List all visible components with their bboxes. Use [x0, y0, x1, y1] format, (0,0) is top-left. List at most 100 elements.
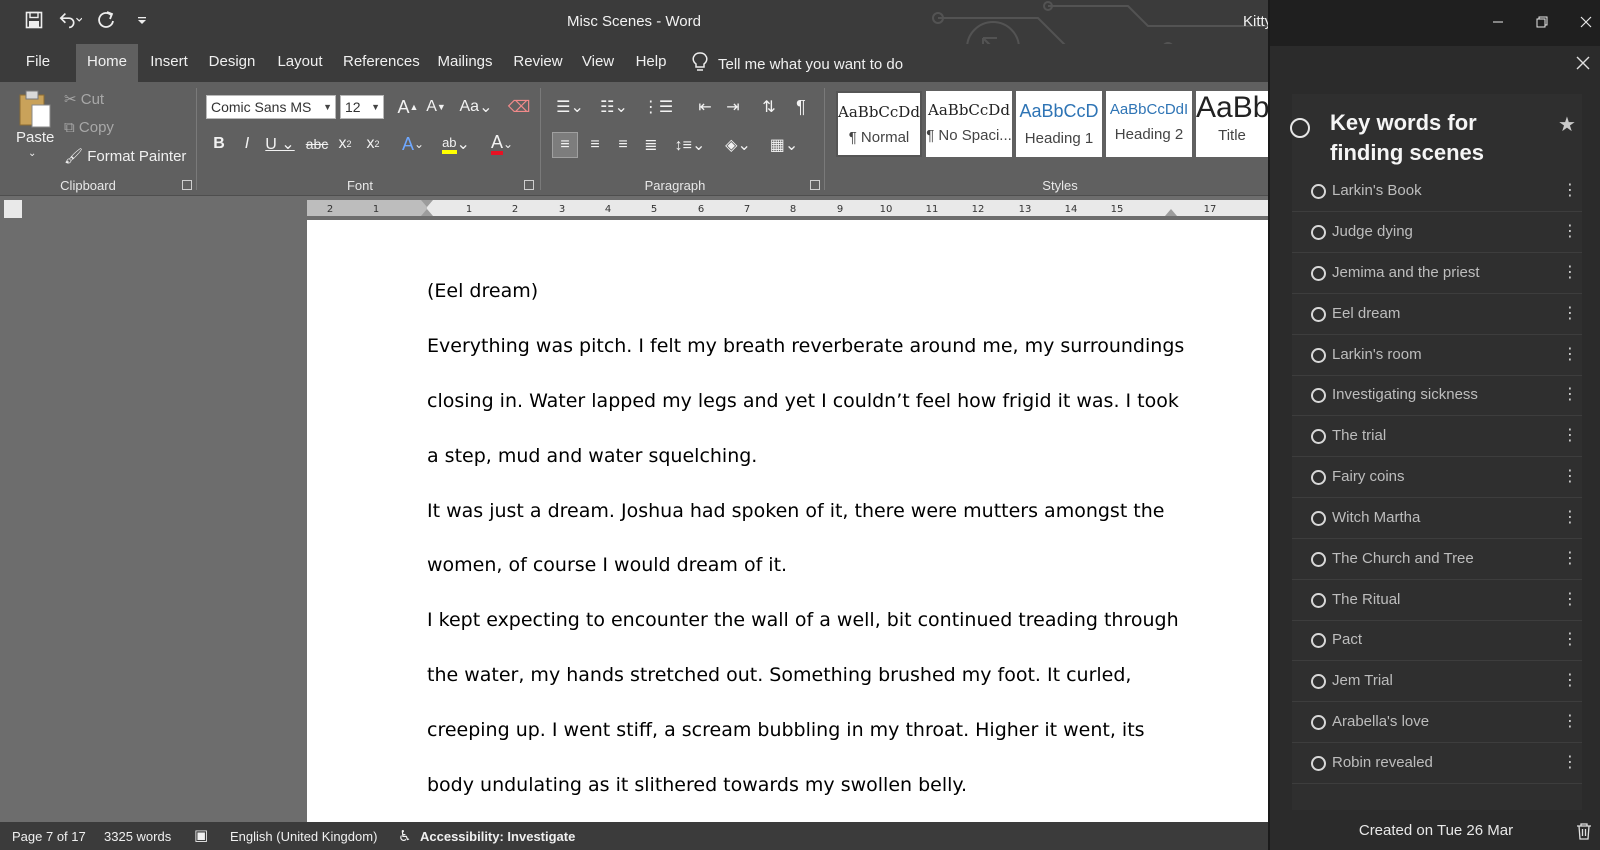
more-options-icon[interactable]: ⋮ — [1562, 303, 1578, 323]
step-checkbox[interactable] — [1311, 511, 1326, 526]
shrink-font-icon[interactable]: A ▼ — [424, 96, 448, 118]
tab-mailings[interactable]: Mailings — [436, 44, 494, 82]
close-icon[interactable] — [1576, 56, 1592, 72]
accessibility-status[interactable]: Accessibility: Investigate — [420, 829, 575, 844]
more-options-icon[interactable]: ⋮ — [1562, 221, 1578, 241]
proofing-icon[interactable]: ▣ — [194, 826, 208, 844]
bold-icon[interactable]: B — [208, 132, 230, 156]
italic-icon[interactable]: I — [236, 132, 258, 156]
line-spacing-icon[interactable]: ↕≡⌄ — [672, 132, 708, 158]
list-item[interactable]: Jem Trial ⋮ — [1292, 661, 1582, 702]
style-heading-2[interactable]: AaBbCcDdI Heading 2 — [1106, 91, 1192, 157]
list-item[interactable]: The Ritual ⋮ — [1292, 580, 1582, 621]
tab-insert[interactable]: Insert — [148, 44, 190, 82]
step-label[interactable]: Eel dream — [1332, 305, 1400, 322]
subscript-icon[interactable]: x2 — [334, 132, 356, 156]
list-item[interactable]: Pact ⋮ — [1292, 620, 1582, 661]
highlight-icon[interactable]: ab ⌄ — [438, 132, 474, 156]
restore-icon[interactable] — [1534, 14, 1550, 30]
align-center-icon[interactable]: ≡ — [582, 132, 608, 158]
tab-view[interactable]: View — [580, 44, 616, 82]
tab-review[interactable]: Review — [513, 44, 563, 82]
step-checkbox[interactable] — [1311, 593, 1326, 608]
step-checkbox[interactable] — [1311, 388, 1326, 403]
font-launcher-icon[interactable] — [524, 180, 534, 190]
decrease-indent-icon[interactable]: ⇤ — [694, 96, 716, 118]
list-item[interactable]: The trial ⋮ — [1292, 416, 1582, 457]
step-label[interactable]: Judge dying — [1332, 223, 1413, 240]
step-checkbox[interactable] — [1311, 429, 1326, 444]
word-count[interactable]: 3325 words — [104, 829, 171, 844]
step-label[interactable]: Larkin's Book — [1332, 182, 1422, 199]
tell-me-search[interactable]: Tell me what you want to do — [692, 52, 903, 76]
list-item[interactable]: Arabella's love ⋮ — [1292, 702, 1582, 743]
paste-button[interactable]: Paste — [16, 129, 54, 146]
list-item[interactable]: Larkin's room ⋮ — [1292, 335, 1582, 376]
more-options-icon[interactable]: ⋮ — [1562, 344, 1578, 364]
justify-icon[interactable]: ≣ — [638, 132, 664, 158]
more-options-icon[interactable]: ⋮ — [1562, 752, 1578, 772]
style-no-spacing[interactable]: AaBbCcDd ¶ No Spaci... — [926, 91, 1012, 157]
font-name-select[interactable]: Comic Sans MS ▼ — [206, 95, 336, 119]
step-checkbox[interactable] — [1311, 307, 1326, 322]
font-color-icon[interactable]: A ⌄ — [484, 132, 520, 156]
step-checkbox[interactable] — [1311, 633, 1326, 648]
list-item[interactable]: Investigating sickness ⋮ — [1292, 375, 1582, 416]
step-checkbox[interactable] — [1311, 756, 1326, 771]
paste-icon[interactable] — [14, 88, 54, 130]
tab-home[interactable]: Home — [76, 44, 138, 82]
shading-icon[interactable]: ◈⌄ — [720, 132, 756, 158]
more-options-icon[interactable]: ⋮ — [1562, 384, 1578, 404]
minimize-icon[interactable] — [1490, 14, 1506, 30]
tab-layout[interactable]: Layout — [276, 44, 324, 82]
list-item[interactable]: Eel dream ⋮ — [1292, 294, 1582, 335]
document-page[interactable]: (Eel dream) Everything was pitch. I felt… — [307, 220, 1268, 822]
page-count[interactable]: Page 7 of 17 — [12, 829, 86, 844]
more-options-icon[interactable]: ⋮ — [1562, 670, 1578, 690]
tab-selector-icon[interactable] — [4, 200, 22, 218]
step-checkbox[interactable] — [1311, 715, 1326, 730]
align-right-icon[interactable]: ≡ — [610, 132, 636, 158]
clear-formatting-icon[interactable]: ⌫ — [508, 96, 531, 118]
step-label[interactable]: Robin revealed — [1332, 754, 1433, 771]
list-item[interactable]: Judge dying ⋮ — [1292, 212, 1582, 253]
complete-task-checkbox[interactable] — [1290, 118, 1310, 138]
list-item[interactable]: The Church and Tree ⋮ — [1292, 539, 1582, 580]
more-options-icon[interactable]: ⋮ — [1562, 629, 1578, 649]
language[interactable]: English (United Kingdom) — [230, 829, 377, 844]
more-options-icon[interactable]: ⋮ — [1562, 262, 1578, 282]
trash-icon[interactable] — [1576, 822, 1594, 840]
font-size-select[interactable]: 12 ▼ — [340, 95, 384, 119]
step-checkbox[interactable] — [1311, 552, 1326, 567]
paragraph-launcher-icon[interactable] — [810, 180, 820, 190]
list-item[interactable]: Jemima and the priest ⋮ — [1292, 253, 1582, 294]
numbering-icon[interactable]: ☷⌄ — [596, 96, 632, 118]
superscript-icon[interactable]: x2 — [362, 132, 384, 156]
step-label[interactable]: The Ritual — [1332, 591, 1400, 608]
style-title[interactable]: AaBb Title — [1196, 91, 1268, 157]
step-label[interactable]: Witch Martha — [1332, 509, 1420, 526]
task-title[interactable]: Key words for finding scenes — [1330, 108, 1520, 168]
cut-button[interactable]: ✂ Cut — [64, 90, 104, 108]
paste-dropdown-icon[interactable]: ⌄ — [28, 148, 36, 159]
close-window-icon[interactable] — [1578, 14, 1594, 30]
step-checkbox[interactable] — [1311, 470, 1326, 485]
multilevel-list-icon[interactable]: ⋮☰ — [640, 96, 676, 118]
star-icon[interactable]: ★ — [1558, 112, 1576, 137]
tab-file[interactable]: File — [22, 44, 54, 82]
borders-icon[interactable]: ▦⌄ — [766, 132, 802, 158]
list-item[interactable]: Fairy coins ⋮ — [1292, 457, 1582, 498]
step-label[interactable]: Jemima and the priest — [1332, 264, 1480, 281]
tab-references[interactable]: References — [343, 44, 420, 82]
tab-design[interactable]: Design — [208, 44, 256, 82]
underline-icon[interactable]: U ⌄ — [262, 132, 298, 156]
list-item[interactable]: Larkin's Book ⋮ — [1292, 171, 1582, 212]
step-checkbox[interactable] — [1311, 184, 1326, 199]
step-label[interactable]: Investigating sickness — [1332, 386, 1478, 403]
copy-button[interactable]: ⧉ Copy — [64, 119, 114, 136]
align-left-icon[interactable]: ≡ — [552, 132, 578, 158]
more-options-icon[interactable]: ⋮ — [1562, 425, 1578, 445]
step-label[interactable]: Arabella's love — [1332, 713, 1429, 730]
grow-font-icon[interactable]: A ▲ — [396, 96, 420, 118]
step-label[interactable]: Pact — [1332, 631, 1362, 648]
